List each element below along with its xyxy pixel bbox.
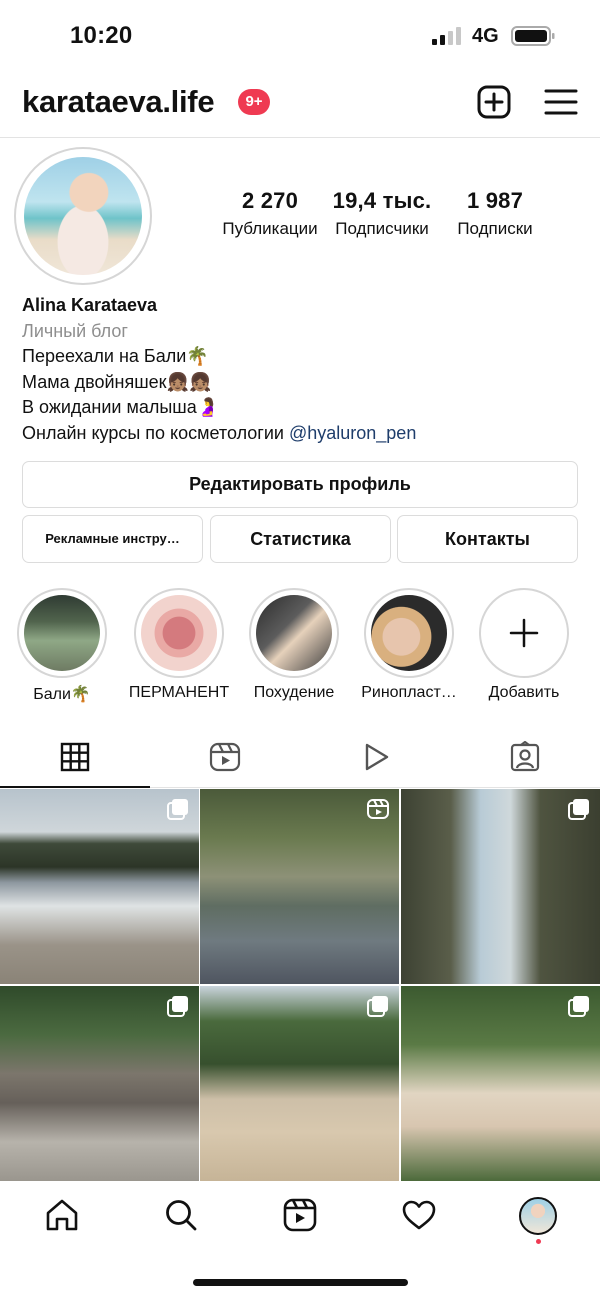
add-highlight-ring[interactable] (479, 588, 569, 678)
posts-count-label: Публикации (222, 219, 318, 238)
edit-profile-button[interactable]: Редактировать профиль (22, 461, 578, 508)
bio-line: В ожидании малыша🤰 (22, 397, 220, 417)
create-post-icon[interactable] (476, 84, 512, 120)
notification-dot (536, 1239, 541, 1244)
network-type: 4G (472, 25, 499, 47)
tagged-icon (510, 741, 540, 772)
search-icon[interactable] (163, 1197, 199, 1233)
profile-avatar-ring[interactable] (14, 147, 152, 285)
statistics-button[interactable]: Статистика (210, 515, 391, 563)
bio-line-text: Онлайн курсы по косметологии (22, 422, 289, 443)
highlight-label: Добавить (488, 684, 560, 701)
profile-name: Alina Karataeva (22, 295, 158, 315)
post-thumbnail[interactable] (200, 789, 399, 984)
battery-icon (511, 26, 555, 46)
post-thumbnail[interactable] (401, 986, 600, 1181)
profile-header: karataeva.life 9+ (0, 70, 600, 138)
plus-icon (509, 618, 539, 648)
profile-avatar[interactable] (24, 157, 142, 275)
home-icon[interactable] (44, 1197, 80, 1233)
play-icon (365, 743, 389, 771)
followers-count-value: 19,4 тыс. (332, 188, 432, 213)
profile-tabs (0, 730, 600, 788)
reel-icon (367, 799, 389, 819)
bio-mention-link[interactable]: @hyaluron_pen (289, 423, 416, 443)
tab-posts-grid[interactable] (0, 730, 150, 788)
profile-tab-avatar[interactable] (519, 1197, 557, 1235)
bio-line: Онлайн курсы по косметологии @hyaluron_p… (22, 421, 582, 447)
post-thumbnail[interactable] (401, 789, 600, 984)
highlight-cover (256, 595, 332, 671)
post-thumbnail[interactable] (0, 986, 199, 1181)
tab-tagged[interactable] (450, 730, 600, 788)
posts-count-value: 2 270 (241, 188, 299, 213)
following-count-value: 1 987 (466, 188, 524, 213)
story-highlight[interactable]: Ринопласт… (351, 588, 467, 702)
post-thumbnail[interactable] (0, 789, 199, 984)
highlight-ring[interactable] (134, 588, 224, 678)
account-username[interactable]: karataeva.life (22, 84, 215, 120)
post-thumbnail[interactable] (200, 986, 399, 1181)
followers-count-label: Подписчики (335, 219, 429, 238)
reels-icon[interactable] (282, 1197, 318, 1233)
carousel-icon (167, 799, 188, 820)
bottom-navigation (0, 1181, 600, 1251)
carousel-icon (167, 996, 188, 1017)
carousel-icon (367, 996, 388, 1017)
status-time: 10:20 (70, 22, 133, 49)
story-highlight[interactable]: Бали🌴 (4, 588, 120, 704)
carousel-icon (568, 996, 589, 1017)
notification-badge[interactable]: 9+ (238, 89, 270, 115)
reels-icon (209, 742, 241, 772)
story-highlight[interactable]: ПЕРМАНЕНТ (121, 588, 237, 702)
home-indicator (193, 1279, 408, 1286)
followers-count[interactable]: 19,4 тыс. Подписчики (330, 188, 434, 239)
add-highlight-button[interactable]: Добавить (466, 588, 582, 702)
menu-icon[interactable] (543, 84, 579, 120)
profile-category: Личный блог (22, 320, 128, 341)
posts-grid (0, 789, 600, 1181)
highlight-cover (141, 595, 217, 671)
highlight-ring[interactable] (364, 588, 454, 678)
bio-line: Мама двойняшек👧🏽👧🏽 (22, 371, 212, 392)
following-count[interactable]: 1 987 Подписки (442, 188, 548, 239)
status-bar: 10:20 4G (0, 0, 600, 70)
highlight-label: ПЕРМАНЕНТ (128, 684, 230, 701)
tab-reels[interactable] (150, 730, 300, 788)
highlight-label: Бали🌴 (33, 686, 91, 703)
highlight-cover (371, 595, 447, 671)
highlight-ring[interactable] (17, 588, 107, 678)
activity-heart-icon[interactable] (401, 1197, 437, 1233)
carousel-icon (568, 799, 589, 820)
profile-bio: Alina Karataeva Личный блог Переехали на… (22, 293, 582, 446)
cellular-signal-icon (432, 27, 461, 45)
story-highlight[interactable]: Похудение (236, 588, 352, 702)
contacts-button[interactable]: Контакты (397, 515, 578, 563)
grid-icon (60, 742, 90, 772)
highlight-ring[interactable] (249, 588, 339, 678)
tab-videos[interactable] (300, 730, 450, 788)
highlight-label: Похудение (253, 684, 335, 701)
highlight-label: Ринопласт… (361, 684, 457, 701)
following-count-label: Подписки (457, 219, 533, 238)
posts-count[interactable]: 2 270 Публикации (218, 188, 322, 239)
bio-line: Переехали на Бали🌴 (22, 346, 209, 366)
highlight-cover (24, 595, 100, 671)
ad-tools-button[interactable]: Рекламные инстру… (22, 515, 203, 563)
